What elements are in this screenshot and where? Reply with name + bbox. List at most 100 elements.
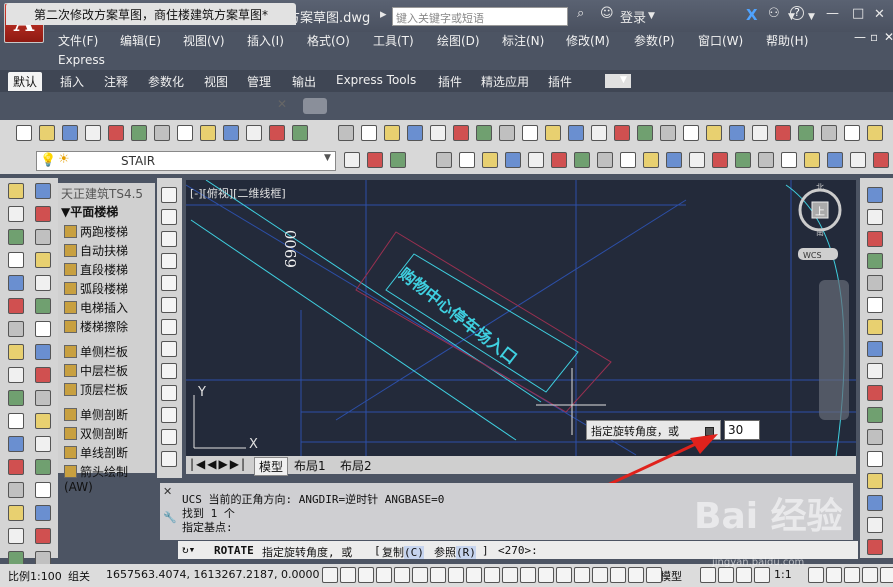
toolbar-icon-30[interactable] <box>706 125 722 141</box>
modify-tool-icon-16[interactable] <box>867 517 883 533</box>
exchange-icon[interactable]: X <box>746 6 758 24</box>
palette-item-escalator[interactable]: 自动扶梯 <box>64 242 128 259</box>
layer-dropdown-arrow-icon[interactable]: ▼ <box>324 153 331 163</box>
status-toggle-icon-18[interactable] <box>628 567 644 583</box>
modify-tool-icon-1[interactable] <box>867 187 883 203</box>
menu-express[interactable]: Express <box>58 53 105 67</box>
toolbar-icon-22[interactable] <box>522 125 538 141</box>
tianzheng-tool-icon-25[interactable] <box>8 459 24 475</box>
modify-tool-icon-2[interactable] <box>867 209 883 225</box>
viewport-controls[interactable]: [-][俯视][二维线框] <box>190 185 286 201</box>
modify-tool-icon-8[interactable] <box>867 341 883 357</box>
tianzheng-tool-icon-8[interactable] <box>35 252 51 268</box>
menu-view[interactable]: 视图(V) <box>183 32 225 49</box>
tab-layout1[interactable]: 布局1 <box>294 457 326 474</box>
menu-file[interactable]: 文件(F) <box>58 32 98 49</box>
palette-item-top-rail[interactable]: 顶层栏板 <box>64 381 128 398</box>
layer-tool-icon-19[interactable] <box>781 152 797 168</box>
modify-tool-icon-12[interactable] <box>867 429 883 445</box>
tab-parametric[interactable]: 参数化 <box>148 73 184 90</box>
modify-tool-icon-4[interactable] <box>867 253 883 269</box>
title-arrow-icon[interactable]: ▸ <box>380 7 387 22</box>
navigation-bar[interactable] <box>819 280 849 420</box>
modify-tool-icon-7[interactable] <box>867 319 883 335</box>
toolbar-icon-37[interactable] <box>867 125 883 141</box>
palette-item-elevator[interactable]: 电梯插入 <box>64 299 128 316</box>
draw-tool-icon-10[interactable] <box>161 385 177 401</box>
layer-dropdown[interactable]: STAIR <box>36 151 336 171</box>
status-toggle-icon-26[interactable] <box>844 567 860 583</box>
palette-section-stairs[interactable]: ▼平面楼梯 <box>61 203 118 220</box>
model-space-button[interactable]: 模型 <box>660 568 682 584</box>
menu-insert[interactable]: 插入(I) <box>247 32 284 49</box>
tianzheng-tool-icon-21[interactable] <box>8 413 24 429</box>
menu-help[interactable]: 帮助(H) <box>766 32 808 49</box>
toolbar-icon-36[interactable] <box>844 125 860 141</box>
toolbar-icon-13[interactable] <box>292 125 308 141</box>
toolbar-icon-2[interactable] <box>39 125 55 141</box>
tab-model[interactable]: 模型 <box>254 457 289 476</box>
toolbar-icon-19[interactable] <box>453 125 469 141</box>
menu-draw[interactable]: 绘图(D) <box>437 32 480 49</box>
toolbar-icon-32[interactable] <box>752 125 768 141</box>
layer-tool-icon-16[interactable] <box>712 152 728 168</box>
palette-item-single-break[interactable]: 单侧剖断 <box>64 406 128 423</box>
layer-tool-icon-17[interactable] <box>735 152 751 168</box>
tianzheng-tool-icon-16[interactable] <box>35 344 51 360</box>
toolbar-icon-10[interactable] <box>223 125 239 141</box>
toolbar-icon-35[interactable] <box>821 125 837 141</box>
tianzheng-tool-icon-1[interactable] <box>8 183 24 199</box>
status-toggle-icon-27[interactable] <box>862 567 878 583</box>
tianzheng-tool-icon-7[interactable] <box>8 252 24 268</box>
tianzheng-tool-icon-3[interactable] <box>8 206 24 222</box>
tab-insert[interactable]: 插入 <box>60 73 84 90</box>
tianzheng-tool-icon-19[interactable] <box>8 390 24 406</box>
layer-tool-icon-7[interactable] <box>505 152 521 168</box>
tianzheng-tool-icon-29[interactable] <box>8 505 24 521</box>
scale-status[interactable]: 比例1:100 <box>8 568 62 584</box>
status-toggle-icon-7[interactable] <box>430 567 446 583</box>
toolbar-icon-1[interactable] <box>16 125 32 141</box>
tianzheng-tool-icon-5[interactable] <box>8 229 24 245</box>
tianzheng-tool-icon-27[interactable] <box>8 482 24 498</box>
tab-featured-apps[interactable]: 精选应用 <box>481 73 529 90</box>
layout-nav-arrows[interactable]: |◀◀▶▶| <box>190 457 247 471</box>
menu-restore-icon[interactable]: ▫ <box>870 30 878 44</box>
layer-tool-icon-2[interactable] <box>367 152 383 168</box>
layer-freeze-icon[interactable]: ☀ <box>58 152 70 167</box>
tab-plugins[interactable]: 插件 <box>438 73 462 90</box>
user-icon[interactable]: ☺ <box>600 6 614 21</box>
toolbar-icon-3[interactable] <box>62 125 78 141</box>
layer-tool-icon-5[interactable] <box>459 152 475 168</box>
modify-tool-icon-14[interactable] <box>867 473 883 489</box>
layer-tool-icon-8[interactable] <box>528 152 544 168</box>
toolbar-icon-17[interactable] <box>407 125 423 141</box>
toolbar-icon-7[interactable] <box>154 125 170 141</box>
menu-window[interactable]: 窗口(W) <box>698 32 743 49</box>
modify-tool-icon-17[interactable] <box>867 539 883 555</box>
toolbar-icon-24[interactable] <box>568 125 584 141</box>
option-copy[interactable]: 复制(C) <box>382 544 424 560</box>
login-link[interactable]: 登录 <box>620 7 646 26</box>
modify-tool-icon-3[interactable] <box>867 231 883 247</box>
toolbar-icon-34[interactable] <box>798 125 814 141</box>
toolbar-icon-14[interactable] <box>338 125 354 141</box>
annotation-scale[interactable]: 1:1 <box>774 568 792 581</box>
tianzheng-tool-icon-31[interactable] <box>8 528 24 544</box>
tianzheng-tool-icon-9[interactable] <box>8 275 24 291</box>
search-input[interactable]: 键入关键字或短语 <box>392 7 568 26</box>
modify-tool-icon-10[interactable] <box>867 385 883 401</box>
palette-item-double-run-stair[interactable]: 两跑楼梯 <box>64 223 128 240</box>
palette-item-stair-erase[interactable]: 楼梯擦除 <box>64 318 128 335</box>
status-toggle-icon-3[interactable] <box>358 567 374 583</box>
toolbar-icon-15[interactable] <box>361 125 377 141</box>
status-toggle-icon-1[interactable] <box>322 567 338 583</box>
toolbar-icon-16[interactable] <box>384 125 400 141</box>
document-tab[interactable]: 第二次修改方案草图，商住楼建筑方案草图* <box>6 3 296 25</box>
ribbon-minimize-button[interactable] <box>605 74 631 88</box>
status-toggle-icon-20[interactable] <box>700 567 716 583</box>
new-tab-button[interactable] <box>303 98 327 114</box>
login-dropdown-icon[interactable]: ▼ <box>648 7 655 21</box>
draw-tool-icon-9[interactable] <box>161 363 177 379</box>
modify-tool-icon-15[interactable] <box>867 495 883 511</box>
